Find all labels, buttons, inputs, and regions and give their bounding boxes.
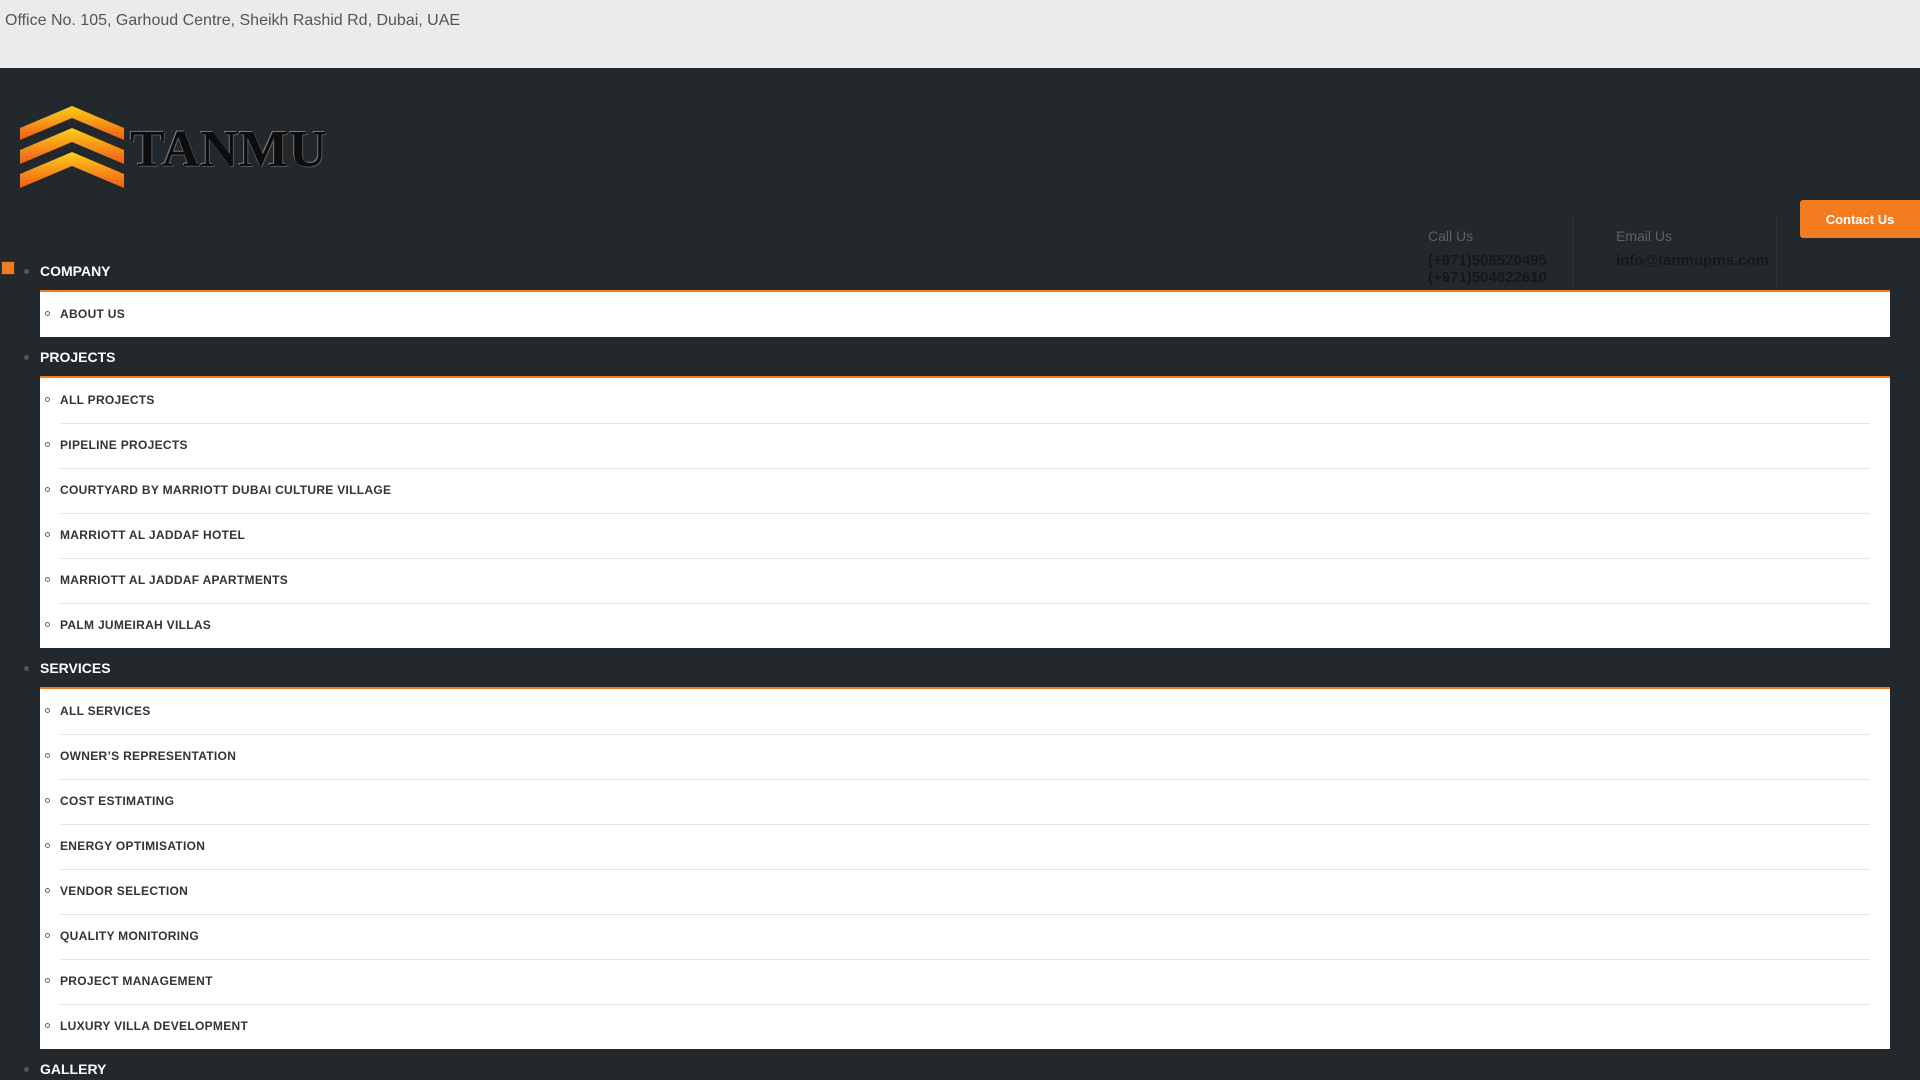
submenu-item-label: LUXURY VILLA DEVELOPMENT — [60, 1019, 249, 1033]
submenu-item[interactable]: MARRIOTT AL JADDAF HOTEL — [45, 513, 1870, 559]
submenu-item[interactable]: OWNER’S REPRESENTATION — [45, 734, 1870, 780]
submenu-item[interactable]: VENDOR SELECTION — [45, 869, 1870, 915]
submenu-services: ALL SERVICES OWNER’S REPRESENTATION COST… — [40, 687, 1890, 1049]
submenu-item-label: COURTYARD BY MARRIOTT DUBAI CULTURE VILL… — [60, 483, 392, 497]
site-logo[interactable]: TANMU — [20, 106, 327, 192]
email-us-label: Email Us — [1616, 228, 1673, 244]
nav-item-gallery[interactable]: GALLERY — [23, 1061, 106, 1077]
submenu-item[interactable]: PROJECT MANAGEMENT — [45, 959, 1870, 1005]
submenu-item[interactable]: ABOUT US — [45, 292, 1870, 337]
nav-item-company[interactable]: COMPANY — [24, 263, 111, 279]
top-info-bar: Office No. 105, Garhoud Centre, Sheikh R… — [0, 0, 1920, 68]
submenu-item-label: QUALITY MONITORING — [60, 929, 199, 943]
submenu-item[interactable]: MARRIOTT AL JADDAF APARTMENTS — [45, 558, 1870, 604]
submenu-item-label: VENDOR SELECTION — [60, 884, 189, 898]
submenu-item-label: MARRIOTT AL JADDAF HOTEL — [60, 528, 246, 542]
office-address: Office No. 105, Garhoud Centre, Sheikh R… — [5, 12, 461, 29]
nav-item-services[interactable]: SERVICES — [24, 660, 111, 676]
nav-item-projects[interactable]: PROJECTS — [23, 349, 115, 365]
submenu-item[interactable]: QUALITY MONITORING — [45, 914, 1870, 960]
submenu-item[interactable]: PIPELINE PROJECTS — [45, 423, 1870, 469]
submenu-item-label: PIPELINE PROJECTS — [60, 438, 188, 452]
menu-toggle[interactable] — [1, 261, 15, 275]
submenu-item[interactable]: COST ESTIMATING — [45, 779, 1870, 825]
submenu-item[interactable]: ALL SERVICES — [45, 689, 1870, 735]
submenu-item[interactable]: ENERGY OPTIMISATION — [45, 824, 1870, 870]
contact-us-button[interactable]: Contact Us — [1800, 200, 1920, 238]
call-us-block: Call Us (+971)506520495 (+971)504822610 — [1408, 216, 1573, 288]
logo-wordmark: TANMU — [130, 121, 328, 178]
submenu-item[interactable]: LUXURY VILLA DEVELOPMENT — [45, 1004, 1870, 1049]
phone-number-1[interactable]: (+971)506520495 — [1428, 252, 1547, 269]
submenu-item-label: MARRIOTT AL JADDAF APARTMENTS — [60, 573, 289, 587]
submenu-item-label: ENERGY OPTIMISATION — [60, 839, 206, 853]
submenu-item[interactable]: COURTYARD BY MARRIOTT DUBAI CULTURE VILL… — [45, 468, 1870, 514]
submenu-item-label: PALM JUMEIRAH VILLAS — [60, 618, 212, 632]
submenu-company: ABOUT US — [40, 290, 1890, 337]
submenu-item-label: ALL PROJECTS — [60, 393, 155, 407]
phone-number-2[interactable]: (+971)504822610 — [1428, 269, 1547, 286]
chevron-logo-icon — [20, 106, 124, 188]
email-us-block: Email Us info@tanmupms.com — [1596, 216, 1777, 288]
submenu-projects: ALL PROJECTS PIPELINE PROJECTS COURTYARD… — [40, 376, 1890, 648]
email-address[interactable]: info@tanmupms.com — [1616, 252, 1769, 269]
submenu-item-label: ALL SERVICES — [60, 704, 151, 718]
submenu-item-label: OWNER’S REPRESENTATION — [60, 749, 237, 763]
submenu-item-label: COST ESTIMATING — [60, 794, 175, 808]
submenu-item-label: ABOUT US — [60, 307, 126, 321]
submenu-item-label: PROJECT MANAGEMENT — [60, 974, 213, 988]
submenu-item[interactable]: ALL PROJECTS — [45, 378, 1870, 424]
call-us-label: Call Us — [1428, 228, 1474, 244]
submenu-item[interactable]: PALM JUMEIRAH VILLAS — [45, 603, 1870, 648]
